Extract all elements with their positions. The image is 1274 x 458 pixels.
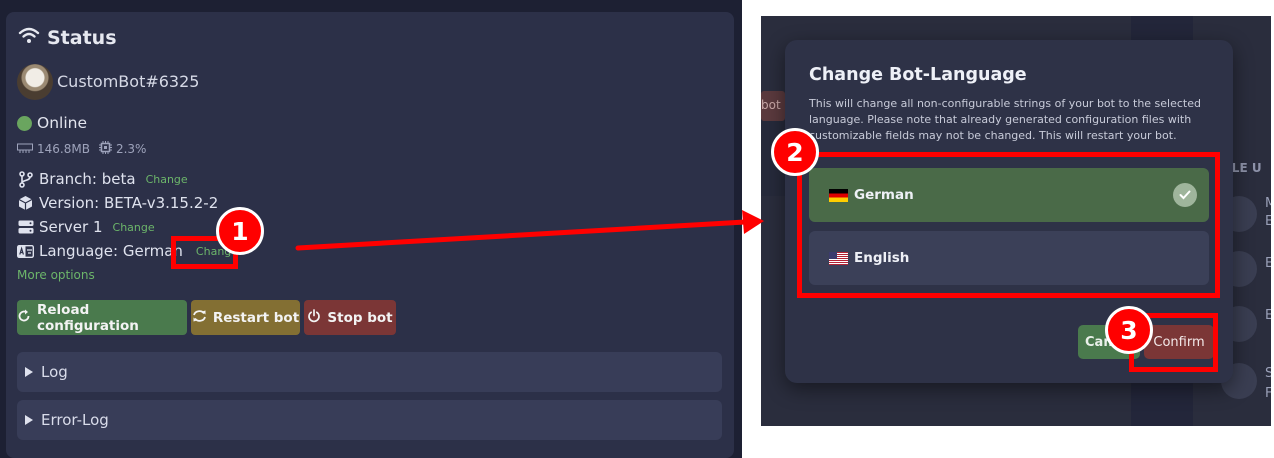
annotation-highlight-language-options [797,152,1220,298]
annotation-step-3-badge: 3 [1105,306,1153,354]
annotation-step-2-badge: 2 [771,128,819,176]
annotation-step-1-badge: 1 [216,207,264,255]
